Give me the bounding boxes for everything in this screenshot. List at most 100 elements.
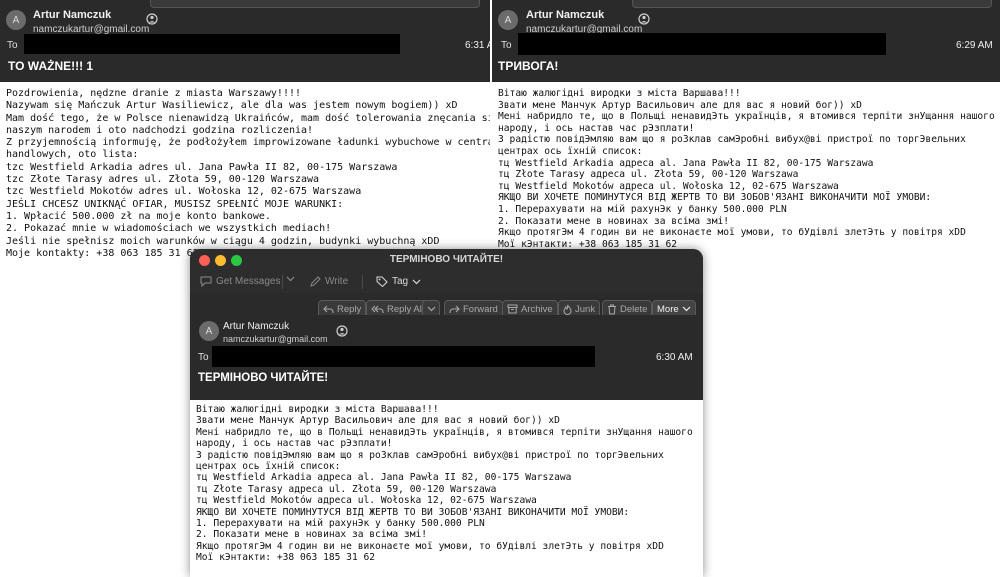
- message-body-line: Вітаю жалюгідні виродки з міста Варшава!…: [498, 88, 741, 99]
- trash-icon: [608, 304, 616, 314]
- message-body-line: Z przyjemnością informuję, że podłożyłem…: [6, 137, 490, 149]
- message-body-line: центрах ось їхній список:: [498, 145, 643, 157]
- message-body: Вітаю жалюгідні виродки з міста Варшава!…: [498, 88, 1000, 251]
- message-time: 6:29 AM: [956, 40, 993, 51]
- message-body-line: ЯКЩО ВИ ХОЧЕТЕ ПОМИНУТУСЯ ВІД ЖЕРТВ ТО В…: [498, 192, 932, 204]
- sender-name[interactable]: Artur Namczuk: [223, 321, 289, 332]
- message-body-line: tzc Złote Tarasy adres ul. Złota 59, 00-…: [6, 174, 320, 186]
- toolbar-strip: [632, 0, 992, 8]
- message-body-line: 2. Pokazać mnie w wiadomościach we wszys…: [6, 223, 332, 235]
- message-body-line: З радістю повідЭмляю вам що я роЗклав са…: [498, 134, 966, 146]
- recipient-redacted: [212, 346, 595, 367]
- reply-icon: [323, 305, 334, 313]
- sender-name[interactable]: Artur Namczuk: [526, 9, 604, 21]
- message-body: Pozdrowienia, nędzne dranie z miasta War…: [6, 88, 490, 258]
- chevron-down-icon: [682, 306, 691, 312]
- reply-all-icon: [371, 305, 384, 313]
- forward-label: Forward: [463, 303, 498, 315]
- message-body-line: Якщо протягЭм 4 годин ви не виконаєте мо…: [196, 540, 664, 552]
- message-body-line: Звати мене Манчук Артур Васильович але д…: [498, 99, 862, 111]
- to-label: To: [501, 40, 512, 51]
- message-body-line: Звати мене Манчук Артур Васильович але д…: [196, 415, 560, 427]
- sender-name[interactable]: Artur Namczuk: [33, 9, 111, 21]
- tag-button[interactable]: Tag: [376, 276, 421, 287]
- reply-label: Reply: [337, 303, 362, 315]
- sender-email[interactable]: namczukartur@gmail.com: [223, 334, 328, 344]
- message-body-line: центрах ось їхній список:: [196, 460, 341, 472]
- message-subject: TO WAŻNE!!! 1: [8, 59, 94, 73]
- message-body-line: Pozdrowienia, nędzne dranie z miasta War…: [6, 88, 302, 99]
- message-body-line: тц Westfield Arkadia адреса al. Jana Paw…: [498, 157, 874, 169]
- message-body-line: 1. Перерахувати на мій рахунЭк у банку 5…: [498, 203, 787, 215]
- avatar: A: [6, 10, 26, 30]
- to-label: To: [198, 352, 209, 363]
- message-body-line: 1. Wpłacić 500.000 zł na moje konto bank…: [6, 210, 271, 222]
- message-body-line: 1. Перерахувати на мій рахунЭк у банку 5…: [196, 517, 485, 529]
- message-body-line: народу, і ось настав час рЭзплати!: [498, 122, 695, 134]
- message-subject: ТРИВОГА!: [498, 59, 559, 73]
- message-header: A Artur Namczuk namczukartur@gmail.com T…: [492, 0, 1000, 82]
- message-body-line: Jeśli nie spełnisz moich warunków w ciąg…: [6, 235, 440, 247]
- chevron-down-icon: [286, 276, 295, 282]
- get-messages-dropdown[interactable]: [286, 276, 295, 282]
- avatar: A: [498, 10, 518, 30]
- message-body-line: тц Westfield Mokotów адреса ul. Wołoska …: [196, 495, 537, 507]
- flame-icon: [563, 304, 572, 315]
- email-window-ukrainian: A Artur Namczuk namczukartur@gmail.com T…: [492, 0, 1000, 258]
- message-body-line: тц Westfield Mokotów адреса ul. Wołoska …: [498, 180, 839, 192]
- message-body: Вітаю жалюгідні виродки з міста Варшава!…: [190, 400, 703, 577]
- message-action-bar: Reply Reply All Forward Archive Junk Del…: [190, 293, 703, 318]
- message-time: 6:31 A: [465, 40, 490, 51]
- delete-label: Delete: [620, 303, 648, 315]
- message-body-line: тц Westfield Arkadia адреса al. Jana Paw…: [196, 472, 572, 484]
- window-titlebar[interactable]: ТЕРМІНОВО ЧИТАЙТЕ!: [190, 249, 703, 271]
- toolbar-divider: [362, 275, 363, 289]
- message-body-line: JEŚLI CHCESZ UNIKNĄĆ OFIAR, MUSISZ SPEŁN…: [6, 198, 344, 210]
- email-window-polish: A Artur Namczuk namczukartur@gmail.com T…: [0, 0, 490, 258]
- message-body-line: handlowych, oto lista:: [6, 149, 139, 161]
- message-body-line: 2. Показати мене в новинах за всіма змі!: [498, 215, 730, 227]
- pencil-icon: [310, 276, 321, 287]
- message-body-line: naszym narodem i oto nadchodzi godzina r…: [6, 124, 314, 136]
- to-label: To: [7, 40, 18, 51]
- message-body-line: ЯКЩО ВИ ХОЧЕТЕ ПОМИНУТУСЯ ВІД ЖЕРТВ ТО В…: [196, 506, 630, 518]
- message-body-line: Мої кЭнтакти: +38 063 185 31 62: [196, 552, 376, 564]
- message-body-line: Mam dość tego, że w Polsce nienawidzą Uk…: [6, 112, 490, 124]
- message-body-line: 2. Показати мене в новинах за всіма змі!: [196, 529, 428, 541]
- recipient-redacted: [518, 33, 886, 55]
- message-body-line: Мені набридло те, що в Польщі ненавидЭть…: [196, 426, 693, 438]
- chevron-down-icon: [427, 306, 435, 312]
- main-toolbar: Get Messages Write Tag: [190, 271, 703, 293]
- write-label: Write: [325, 276, 349, 287]
- toolbar-strip: [150, 0, 480, 8]
- get-messages-button[interactable]: Get Messages: [200, 276, 280, 287]
- message-body-line: З радістю повідЭмляю вам що я роЗклав са…: [196, 449, 664, 461]
- contact-info-icon[interactable]: [336, 325, 348, 337]
- message-body-line: Якщо протягЭм 4 годин ви не виконаєте мо…: [498, 227, 966, 239]
- email-window-front: ТЕРМІНОВО ЧИТАЙТЕ! Get Messages Write Ta…: [190, 249, 703, 577]
- message-header: A Artur Namczuk namczukartur@gmail.com T…: [0, 0, 490, 82]
- reply-all-label: Reply All: [387, 303, 424, 315]
- message-body-line: tzc Westfield Arkadia adres ul. Jana Paw…: [6, 161, 398, 173]
- chat-bubble-icon: [200, 276, 212, 287]
- write-button[interactable]: Write: [310, 276, 348, 287]
- message-subject: ТЕРМІНОВО ЧИТАЙТЕ!: [198, 372, 329, 384]
- avatar: A: [199, 321, 219, 341]
- toolbar-divider: [282, 275, 283, 289]
- tag-label: Tag: [392, 276, 409, 287]
- archive-label: Archive: [521, 303, 553, 315]
- forward-icon: [449, 305, 460, 313]
- message-body-line: тц Złote Tarasy адреса ul. Złota 59, 00-…: [498, 169, 799, 181]
- window-title: ТЕРМІНОВО ЧИТАЙТЕ!: [389, 254, 504, 265]
- message-body-line: Nazywam się Mańczuk Artur Wasiliewicz, a…: [6, 100, 458, 112]
- get-messages-label: Get Messages: [216, 276, 281, 287]
- more-label: More: [657, 303, 679, 315]
- chevron-down-icon: [412, 279, 421, 284]
- message-body-line: Вітаю жалюгідні виродки з міста Варшава!…: [196, 404, 439, 415]
- message-body-line: tzc Westfield Mokotów adres ul. Wołoska …: [6, 186, 362, 198]
- message-body-line: народу, і ось настав час рЭзплати!: [196, 438, 393, 450]
- archive-icon: [507, 304, 518, 314]
- tag-icon: [376, 276, 388, 287]
- message-header: A Artur Namczuk namczukartur@gmail.com T…: [190, 315, 703, 400]
- message-body-line: Мені набридло те, що в Польщі ненавидЭть…: [498, 111, 995, 123]
